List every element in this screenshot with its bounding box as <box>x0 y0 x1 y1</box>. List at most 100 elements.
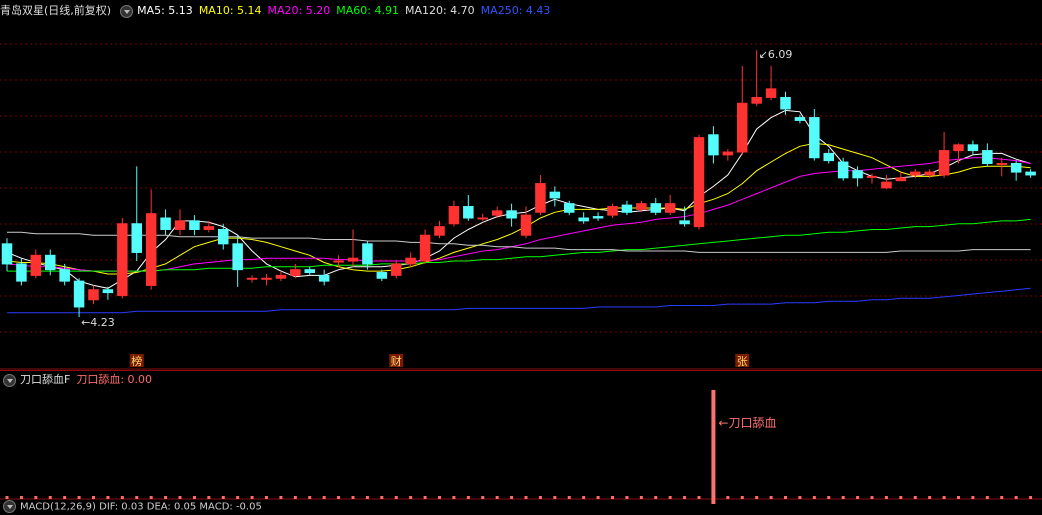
indicator-baseline-dot <box>899 496 903 499</box>
indicator-baseline-dot <box>942 496 946 499</box>
indicator-dropdown-icon[interactable] <box>3 373 16 387</box>
candle-body <box>938 150 950 176</box>
indicator-header: 刀口舔血F 刀口舔血: 0.00 <box>0 370 1042 388</box>
candle-body <box>246 277 258 280</box>
candle-body <box>852 170 863 179</box>
indicator-baseline-dot <box>654 496 658 499</box>
indicator-baseline-dot <box>438 496 441 499</box>
high-price-label: ↙6.09 <box>759 48 793 61</box>
indicator-value: 刀口舔血: 0.00 <box>76 373 153 386</box>
indicator-baseline-dot <box>1014 496 1018 499</box>
candle-body <box>578 217 589 222</box>
indicator-baseline-dot <box>697 496 701 499</box>
candle-body <box>693 137 705 228</box>
candle-body <box>333 260 344 263</box>
indicator-baseline-dot <box>149 496 153 499</box>
candle-body <box>953 144 964 152</box>
ma250-line <box>7 287 1031 314</box>
candle-body <box>448 206 460 225</box>
candle-body <box>88 289 99 301</box>
ma5-line <box>6 109 1031 289</box>
candle-body <box>491 210 503 216</box>
candle-body <box>1010 162 1022 173</box>
candle-body <box>664 203 676 213</box>
candle-body <box>203 226 215 230</box>
indicator-baseline-dot <box>726 496 730 499</box>
indicator-baseline-dot <box>971 496 975 499</box>
candle-body <box>376 272 388 279</box>
indicator-baseline-dot <box>538 496 542 499</box>
event-marker-text: 财 <box>391 354 402 368</box>
candle-body <box>823 152 835 162</box>
indicator-baseline-dot <box>611 496 614 499</box>
indicator-baseline-dot <box>351 496 355 499</box>
low-price-label: ←4.23 <box>81 316 115 329</box>
candle-body <box>708 134 719 156</box>
indicator-name[interactable]: 刀口舔血F <box>20 371 70 388</box>
candle-body <box>362 243 373 265</box>
candlestick-chart[interactable]: ←4.23 ↙6.09 榜 财 张 ←刀口舔血 <box>0 0 1042 512</box>
candle-body <box>563 203 575 213</box>
indicator-baseline-dot <box>639 496 643 499</box>
candle-body <box>73 280 85 308</box>
indicator-signal-bar <box>711 390 716 504</box>
candle-body <box>290 269 301 276</box>
indicator-baseline-dot <box>625 496 629 499</box>
indicator-baseline-dot <box>77 496 81 499</box>
candle-body <box>347 257 359 262</box>
indicator-baseline-dot <box>164 496 168 499</box>
candle-body <box>477 217 489 220</box>
indicator-baseline-dot <box>567 496 571 499</box>
indicator-baseline-dot <box>913 496 917 499</box>
candle-body <box>592 216 604 219</box>
candle-body <box>217 228 229 245</box>
candle-body <box>809 117 820 159</box>
candle-body <box>765 88 777 98</box>
indicator-baseline-dot <box>452 496 456 499</box>
candle-body <box>145 213 157 286</box>
indicator-baseline-dot <box>250 496 254 499</box>
indicator-signal-label: ←刀口舔血 <box>718 416 776 430</box>
indicator-baseline-dot <box>106 496 110 499</box>
candle-body <box>549 191 561 199</box>
candle-body <box>736 102 748 153</box>
indicator-baseline-dot <box>928 496 932 499</box>
candle-body <box>304 269 316 274</box>
candle-body <box>1025 171 1036 176</box>
candle-body <box>174 220 186 230</box>
candle-body <box>30 254 42 276</box>
indicator-baseline-dot <box>48 496 52 499</box>
indicator-baseline-dot <box>178 496 182 499</box>
indicator-baseline-dot <box>884 496 888 499</box>
indicator-baseline-dot <box>841 496 845 499</box>
macd-dropdown-icon[interactable] <box>3 500 16 513</box>
event-marker-text: 张 <box>737 355 748 368</box>
indicator-baseline-dot <box>1029 496 1033 499</box>
indicator-baseline-dot <box>957 496 960 499</box>
indicator-baseline-dot <box>337 496 341 499</box>
candle-body <box>607 206 618 216</box>
indicator-baseline-dot <box>582 496 586 499</box>
indicator-baseline-dot <box>755 496 759 499</box>
candle-body <box>982 150 993 164</box>
indicator-baseline-dot <box>92 496 95 499</box>
indicator-baseline-dot <box>985 496 989 499</box>
candle-body <box>434 226 445 236</box>
candle-body <box>102 289 114 294</box>
indicator-baseline-dot <box>553 496 557 499</box>
indicator-baseline-dot <box>293 496 297 499</box>
indicator-baseline-dot <box>221 496 225 499</box>
ma20-line <box>6 157 1031 272</box>
ma120-line <box>7 231 1031 253</box>
candle-body <box>679 220 690 225</box>
indicator-baseline-dot <box>510 496 514 499</box>
indicator-baseline-dot <box>1000 496 1004 499</box>
candle-body <box>535 183 546 213</box>
candle-body <box>318 274 330 282</box>
indicator-baseline-dot <box>120 496 124 499</box>
event-marker-text: 榜 <box>131 354 142 368</box>
candle-body <box>506 210 517 219</box>
indicator-baseline-dot <box>63 496 67 499</box>
candle-body <box>780 96 791 110</box>
candle-body <box>837 161 849 179</box>
